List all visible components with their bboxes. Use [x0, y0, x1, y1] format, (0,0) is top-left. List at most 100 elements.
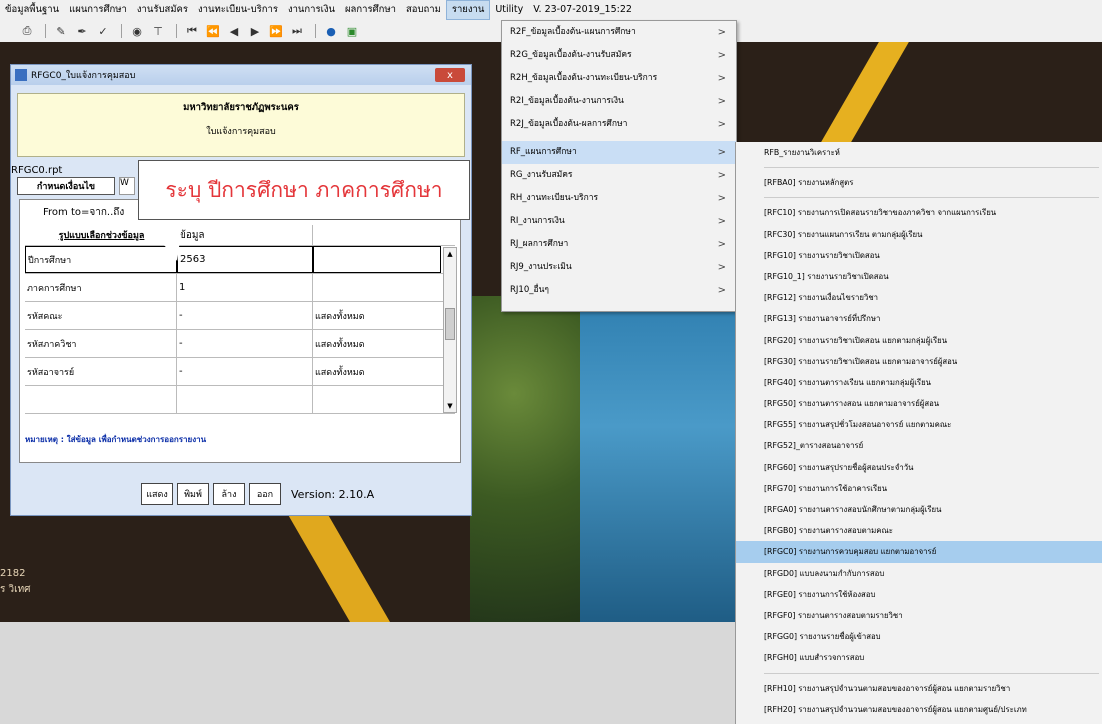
menu-item-label: RG_งานรับสมัคร: [510, 170, 573, 180]
menu-finance[interactable]: งานการเงิน: [283, 0, 340, 20]
submenu-item-rfgc0[interactable]: [RFGC0] รายงานการควบคุมสอบ แยกตามอาจารย์: [736, 541, 1102, 563]
print-icon[interactable]: ⎙: [18, 22, 36, 40]
submenu-item[interactable]: [RFC30] รายงานแผนการเรียน ตามกลุ่มผู้เรี…: [736, 224, 1102, 245]
menu-reports[interactable]: รายงาน: [445, 0, 491, 20]
table-row[interactable]: ภาคการศึกษา 1: [25, 274, 455, 302]
report-dialog: RFGC0_ใบแจ้งการคุมสอบ x มหาวิทยาลัยราชภั…: [10, 64, 472, 516]
menu-registration[interactable]: งานทะเบียน-บริการ: [193, 0, 283, 20]
submenu-item[interactable]: [RFG50] รายงานตารางสอน แยกตามอาจารย์ผู้ส…: [736, 393, 1102, 414]
submenu-item[interactable]: [RFGG0] รายงานรายชื่อผู้เข้าสอบ: [736, 626, 1102, 647]
menu-separator: [764, 163, 1099, 169]
table-row[interactable]: รหัสอาจารย์ - แสดงทั้งหมด: [25, 358, 455, 386]
submenu-item[interactable]: [RFGB0] รายงานตารางสอบตามคณะ: [736, 520, 1102, 541]
menu-item-r2j[interactable]: R2J_ข้อมูลเบื้องต้น-ผลการศึกษา >: [502, 113, 736, 136]
table-row[interactable]: รหัสคณะ - แสดงทั้งหมด: [25, 302, 455, 330]
table-row[interactable]: ปีการศึกษา 2563: [25, 246, 455, 274]
chevron-right-icon: >: [717, 285, 726, 296]
close-button[interactable]: x: [435, 68, 465, 82]
version-label: V. 23-07-2019_15:22: [533, 4, 632, 15]
row-label: [25, 386, 177, 413]
menu-item-label: R2I_ข้อมูลเบื้องต้น-งานการเงิน: [510, 96, 624, 106]
submenu-item[interactable]: [RFG55] รายงานสรุปชั่วโมงสอนอาจารย์ แยกต…: [736, 414, 1102, 435]
menu-item-rf[interactable]: RF_แผนการศึกษา >: [502, 141, 736, 164]
scroll-thumb[interactable]: [445, 308, 455, 340]
submenu-item[interactable]: [RFGA0] รายงานตารางสอบนักศึกษาตามกลุ่มผู…: [736, 499, 1102, 520]
submenu-item[interactable]: [RFG13] รายงานอาจารย์ที่ปรึกษา: [736, 308, 1102, 329]
menu-item-ri[interactable]: RI_งานการเงิน >: [502, 210, 736, 233]
submenu-item[interactable]: [RFG20] รายงานรายวิชาเปิดสอน แยกตามกลุ่ม…: [736, 330, 1102, 351]
chevron-right-icon: >: [717, 262, 726, 273]
print-button[interactable]: พิมพ์: [177, 483, 209, 505]
menu-inquiry[interactable]: สอบถาม: [401, 0, 446, 20]
show-button[interactable]: แสดง: [141, 483, 173, 505]
edit2-icon[interactable]: ✓: [94, 22, 112, 40]
submenu-item[interactable]: [RFH10] รายงานสรุปจำนวนตามสอบของอาจารย์ผ…: [736, 678, 1102, 699]
submenu-item[interactable]: [RFH20] รายงานสรุปจำนวนตามสอบของอาจารย์ผ…: [736, 699, 1102, 720]
menu-basic-data[interactable]: ข้อมูลพื้นฐาน: [0, 0, 64, 20]
next-icon[interactable]: ▶: [246, 22, 264, 40]
prev-page-icon[interactable]: ⏪: [204, 22, 222, 40]
menu-item-rj10[interactable]: RJ10_อื่นๆ >: [502, 279, 736, 302]
exit-icon[interactable]: ▣: [343, 22, 361, 40]
dialog-titlebar[interactable]: RFGC0_ใบแจ้งการคุมสอบ: [11, 65, 471, 85]
submenu-item[interactable]: [RFGF0] รายงานตารางสอบตามรายวิชา: [736, 605, 1102, 626]
submenu-item[interactable]: [RFGH0] แบบสำรวจการสอบ: [736, 647, 1102, 668]
next-page-icon[interactable]: ⏩: [267, 22, 285, 40]
menu-item-r2f[interactable]: R2F_ข้อมูลเบื้องต้น-แผนการศึกษา >: [502, 21, 736, 44]
exit-button[interactable]: ออก: [249, 483, 281, 505]
submenu-item[interactable]: [RFGE0] รายงานการใช้ห้องสอบ: [736, 584, 1102, 605]
submenu-item[interactable]: [RFG52]_ตารางสอนอาจารย์: [736, 435, 1102, 456]
submenu-item[interactable]: [RFGD0] แบบลงนามกำกับการสอบ: [736, 563, 1102, 584]
last-icon[interactable]: ⏭: [288, 22, 306, 40]
submenu-item[interactable]: [RFC10] รายงานการเปิดสอนรายวิชาของภาควิช…: [736, 202, 1102, 223]
submenu-item[interactable]: RFB_รายงานวิเคราะห์: [736, 142, 1102, 163]
prev-icon[interactable]: ◀: [225, 22, 243, 40]
menu-item-rh[interactable]: RH_งานทะเบียน-บริการ >: [502, 187, 736, 210]
department-input[interactable]: -: [177, 330, 313, 357]
binoculars-icon[interactable]: ◉: [128, 22, 146, 40]
menu-study-plan[interactable]: แผนการศึกษา: [64, 0, 132, 20]
submenu-item[interactable]: [RFG40] รายงานตารางเรียน แยกตามกลุ่มผู้เ…: [736, 372, 1102, 393]
submenu-item[interactable]: [RFG60] รายงานสรุปรายชื่อผู้สอนประจำวัน: [736, 457, 1102, 478]
scroll-down-icon[interactable]: ▼: [444, 400, 456, 412]
table-row[interactable]: รหัสภาควิชา - แสดงทั้งหมด: [25, 330, 455, 358]
submenu-item[interactable]: [RFG70] รายงานการใช้อาคารเรียน: [736, 478, 1102, 499]
chevron-right-icon: >: [717, 50, 726, 61]
menu-item-rj[interactable]: RJ_ผลการศึกษา >: [502, 233, 736, 256]
globe-icon[interactable]: ●: [322, 22, 340, 40]
grid-scrollbar[interactable]: ▲ ▼: [443, 247, 457, 413]
submenu-item[interactable]: [RFG10] รายงานรายวิชาเปิดสอน: [736, 245, 1102, 266]
clear-button[interactable]: ล้าง: [213, 483, 245, 505]
menu-item-rg[interactable]: RG_งานรับสมัคร >: [502, 164, 736, 187]
filter-icon[interactable]: ⊤: [149, 22, 167, 40]
menu-item-r2h[interactable]: R2H_ข้อมูลเบื้องต้น-งานทะเบียน-บริการ >: [502, 67, 736, 90]
dialog-title: RFGC0_ใบแจ้งการคุมสอบ: [31, 71, 136, 81]
desktop-background-right: [735, 42, 1102, 142]
faculty-input[interactable]: -: [177, 302, 313, 329]
tab-conditions[interactable]: กำหนดเงื่อนไข: [17, 177, 115, 195]
first-icon[interactable]: ⏮: [183, 22, 201, 40]
tab-extra[interactable]: W: [119, 177, 135, 195]
menu-item-r2g[interactable]: R2G_ข้อมูลเบื้องต้น-งานรับสมัคร >: [502, 44, 736, 67]
submenu-item[interactable]: [RFBA0] รายงานหลักสูตร: [736, 172, 1102, 193]
toolbar-separator: [315, 24, 316, 38]
menu-item-label: RJ_ผลการศึกษา: [510, 239, 569, 249]
submenu-item[interactable]: [RFG10_1] รายงานรายวิชาเปิดสอน: [736, 266, 1102, 287]
menu-item-rj9[interactable]: RJ9_งานประเมิน >: [502, 256, 736, 279]
menu-item-label: RI_งานการเงิน: [510, 216, 565, 226]
chevron-right-icon: >: [717, 216, 726, 227]
menu-results[interactable]: ผลการศึกษา: [340, 0, 401, 20]
teacher-input[interactable]: -: [177, 358, 313, 385]
menu-admission[interactable]: งานรับสมัคร: [132, 0, 193, 20]
submenu-item[interactable]: [RFG12] รายงานเงื่อนไขรายวิชา: [736, 287, 1102, 308]
scroll-up-icon[interactable]: ▲: [444, 248, 456, 260]
row-value[interactable]: [177, 386, 313, 413]
background-text: 2182: [0, 568, 26, 579]
menu-utility[interactable]: Utility: [490, 0, 528, 20]
edit-icon[interactable]: ✒: [73, 22, 91, 40]
submenu-item[interactable]: [RFG30] รายงานรายวิชาเปิดสอน แยกตามอาจาร…: [736, 351, 1102, 372]
menu-item-r2i[interactable]: R2I_ข้อมูลเบื้องต้น-งานการเงิน >: [502, 90, 736, 113]
semester-input[interactable]: 1: [177, 274, 313, 301]
table-row[interactable]: [25, 386, 455, 414]
pen-icon[interactable]: ✎: [52, 22, 70, 40]
